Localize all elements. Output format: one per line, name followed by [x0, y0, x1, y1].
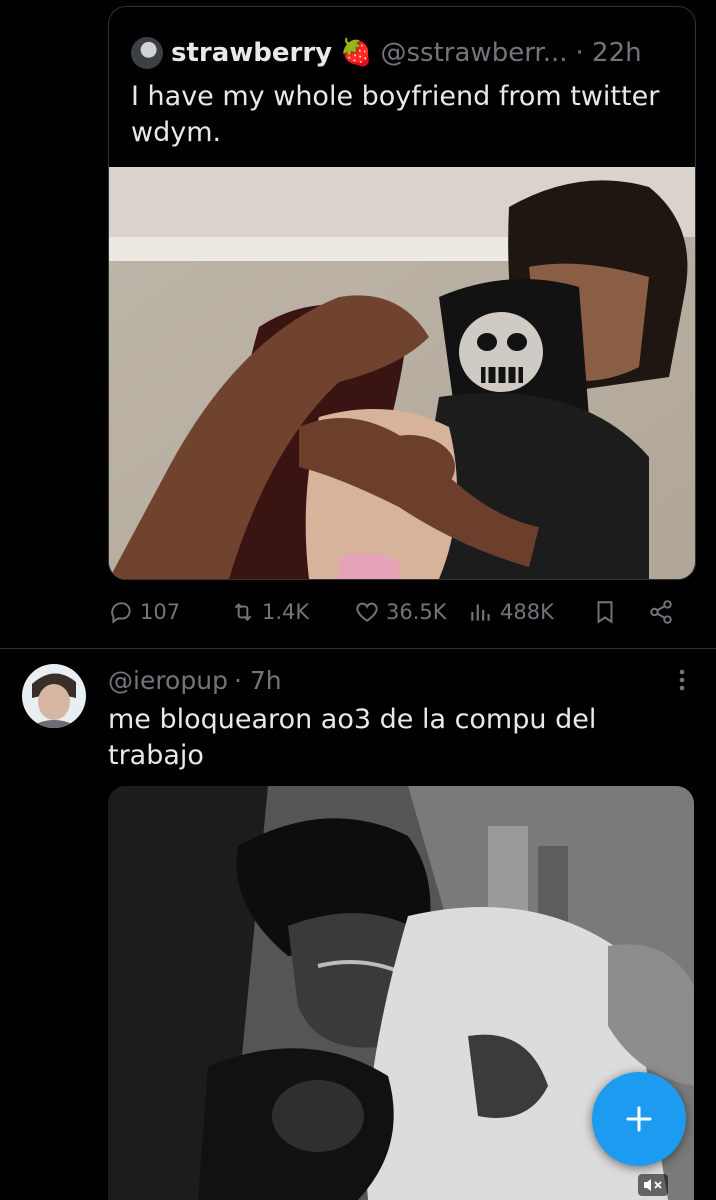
tweet-time: · 7h	[233, 665, 282, 695]
views-count: 488K	[500, 600, 554, 624]
mute-icon	[638, 1174, 668, 1196]
bookmark-button[interactable]	[592, 592, 618, 632]
share-button[interactable]	[648, 592, 674, 632]
quoted-tweet-photo[interactable]	[109, 167, 695, 579]
compose-plus-icon	[626, 1106, 652, 1132]
quoted-tweet-card[interactable]: strawberry 🍓 @sstrawberr... · 22h I have…	[108, 6, 696, 580]
quoted-author-name[interactable]: strawberry	[171, 38, 332, 68]
repost-count: 1.4K	[262, 600, 310, 624]
more-icon	[679, 669, 685, 691]
like-count: 36.5K	[386, 600, 447, 624]
views-icon	[471, 604, 490, 621]
quoted-author-avatar[interactable]	[131, 37, 163, 69]
reply-button[interactable]: 107	[108, 592, 180, 632]
repost-button[interactable]: 1.4K	[230, 592, 309, 632]
author-handle[interactable]: @ieropup	[108, 666, 228, 695]
author-avatar[interactable]	[22, 664, 86, 728]
like-icon	[356, 602, 378, 622]
mute-button[interactable]	[638, 1174, 668, 1196]
like-button[interactable]: 36.5K	[354, 592, 447, 632]
compose-button[interactable]	[592, 1072, 686, 1166]
reply-icon	[111, 602, 131, 624]
bookmark-icon	[597, 601, 613, 624]
strawberry-emoji: 🍓	[340, 38, 373, 68]
quoted-tweet-text: I have my whole boyfriend from twitter w…	[131, 81, 660, 148]
quoted-tweet-header: strawberry 🍓 @sstrawberr... · 22h	[131, 35, 642, 71]
tweet-header: @ieropup · 7h	[108, 664, 282, 696]
quoted-tweet-time: · 22h	[575, 38, 642, 68]
more-options-button[interactable]	[664, 664, 700, 696]
tweet-action-bar: 107 1.4K 36.5K 488K	[108, 592, 694, 632]
views-button[interactable]: 488K	[468, 592, 554, 632]
tweet-divider	[0, 648, 716, 649]
tweet-text: me bloquearon ao3 de la compu del trabaj…	[108, 704, 597, 771]
reply-count: 107	[140, 600, 181, 624]
share-icon	[650, 600, 672, 624]
repost-icon	[234, 603, 252, 621]
quoted-author-handle[interactable]: @sstrawberr...	[381, 38, 568, 68]
